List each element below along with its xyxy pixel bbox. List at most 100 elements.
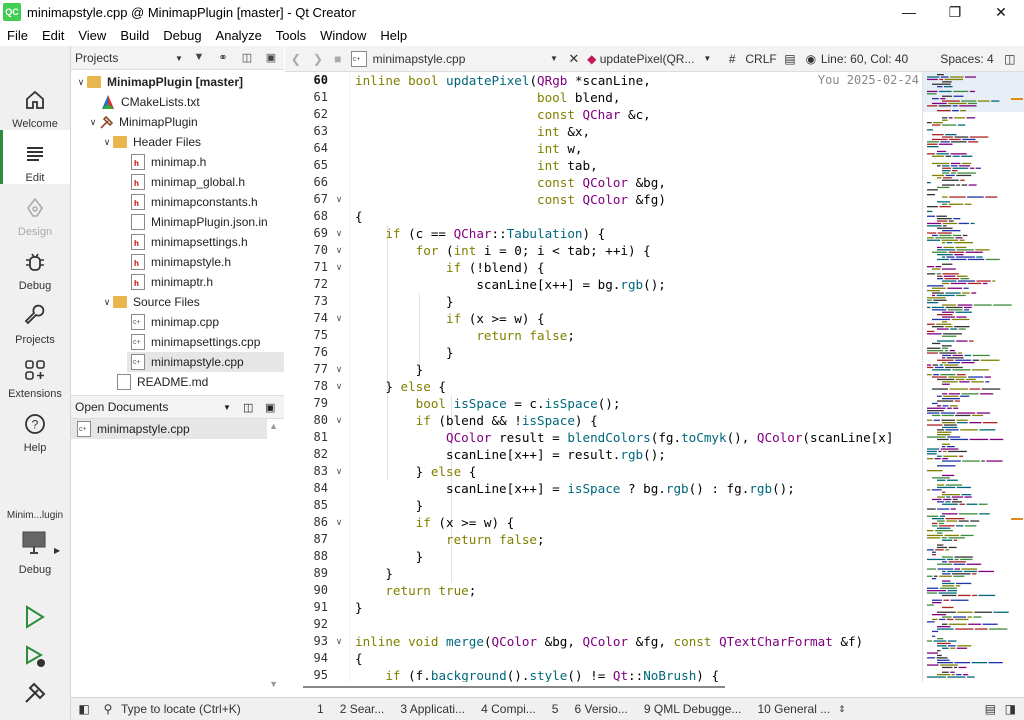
chevron-down-icon[interactable]: ∨ <box>75 77 87 88</box>
code-line[interactable]: scanLine[x++] = bg.rgb(); <box>355 276 666 293</box>
fold-marker-icon[interactable]: ∨ <box>333 310 345 327</box>
tree-item-file[interactable]: minimapsettings.cpp <box>131 332 260 352</box>
code-line[interactable]: { <box>355 208 363 225</box>
tree-item-source-files[interactable]: ∨ Source Files <box>101 292 200 312</box>
tree-item-file[interactable]: minimap.cpp <box>131 312 219 332</box>
code-line[interactable]: const QColor &bg, <box>355 174 666 191</box>
fold-marker-icon[interactable]: ∨ <box>333 225 345 242</box>
filter-icon[interactable]: ▼ <box>190 48 208 66</box>
mode-help[interactable]: ? Help <box>0 400 70 454</box>
tree-item-file[interactable]: minimapsettings.h <box>131 232 248 252</box>
output-tab-application[interactable]: 3 Applicati... <box>392 702 473 716</box>
code-line[interactable]: if (blend && !isSpace) { <box>355 412 598 429</box>
code-line[interactable]: } <box>355 293 454 310</box>
tree-item-file[interactable]: minimap_global.h <box>131 172 245 192</box>
close-pane-icon[interactable]: ▣ <box>265 401 275 414</box>
line-ending-selector[interactable]: CRLF <box>743 52 779 66</box>
code-line[interactable]: int &x, <box>355 123 590 140</box>
link-icon[interactable]: ⚭ <box>214 48 232 66</box>
output-tab-5[interactable]: 5 <box>544 702 567 716</box>
toggle-sidebar-icon[interactable]: ◧ <box>71 702 97 716</box>
code-line[interactable]: if (c == QChar::Tabulation) { <box>355 225 605 242</box>
git-blame-icon[interactable]: ◉ <box>801 52 821 66</box>
hash-label[interactable]: # <box>721 52 743 66</box>
code-line[interactable]: QColor result = blendColors(fg.toCmyk(),… <box>355 429 893 446</box>
code-line[interactable]: return false; <box>355 327 575 344</box>
code-line[interactable]: bool isSpace = c.isSpace(); <box>355 395 621 412</box>
code-line[interactable]: } <box>355 361 424 378</box>
build-button[interactable] <box>20 678 50 708</box>
code-line[interactable]: { <box>355 650 363 667</box>
close-pane-icon[interactable]: ▣ <box>262 48 280 66</box>
output-tab-1[interactable]: 1 <box>309 702 332 716</box>
output-tab-search[interactable]: 2 Sear... <box>332 702 393 716</box>
code-line[interactable]: } <box>355 548 424 565</box>
menu-build[interactable]: Build <box>113 28 156 43</box>
minimap[interactable] <box>922 72 1024 682</box>
code-line[interactable]: } <box>355 565 393 582</box>
split-icon[interactable]: ◫ <box>1004 52 1024 66</box>
code-line[interactable]: for (int i = 0; i < tab; ++i) { <box>355 242 651 259</box>
restore-icon[interactable]: ❐ <box>932 0 978 24</box>
fold-marker-icon[interactable]: ∨ <box>333 514 345 531</box>
tree-item-file[interactable]: minimapstyle.h <box>131 252 231 272</box>
scroll-up-icon[interactable]: ▲ <box>269 421 278 431</box>
more-tabs-icon[interactable]: ⇕ <box>838 704 858 715</box>
code-line[interactable]: inline bool updatePixel(QRgb *scanLine, <box>355 72 651 89</box>
chevron-down-icon[interactable]: ∨ <box>101 297 113 308</box>
projects-view-selector[interactable]: Projects ▼ <box>71 48 191 68</box>
code-line[interactable]: const QColor &fg) <box>355 191 666 208</box>
code-line[interactable]: scanLine[x++] = result.rgb(); <box>355 446 666 463</box>
tree-item-minimapplugin[interactable]: ∨ MinimapPlugin <box>87 112 198 132</box>
menu-view[interactable]: View <box>71 28 113 43</box>
code-line[interactable]: if (!blend) { <box>355 259 545 276</box>
minimize-icon[interactable]: — <box>886 0 932 24</box>
document-outline-icon[interactable]: ▤ <box>779 52 801 66</box>
code-line[interactable]: return true; <box>355 582 476 599</box>
mode-welcome[interactable]: Welcome <box>0 76 70 130</box>
chevron-down-icon[interactable]: ∨ <box>87 117 99 128</box>
open-document-item[interactable]: minimapstyle.cpp <box>71 419 267 439</box>
tree-item-file[interactable]: MinimapPlugin.json.in <box>131 212 268 232</box>
chevron-down-icon[interactable]: ▼ <box>703 54 721 63</box>
mode-projects[interactable]: Projects <box>0 292 70 346</box>
output-tab-general[interactable]: 10 General ... <box>749 702 838 716</box>
code-line[interactable]: } <box>355 497 424 514</box>
menu-tools[interactable]: Tools <box>269 28 313 43</box>
indentation-selector[interactable]: Spaces: 4 <box>940 52 1004 66</box>
split-icon[interactable]: ◫ <box>243 401 253 414</box>
code-line[interactable]: return false; <box>355 531 545 548</box>
code-line[interactable]: if (x >= w) { <box>355 514 515 531</box>
kit-selector[interactable] <box>20 530 50 556</box>
code-line[interactable]: bool blend, <box>355 89 620 106</box>
tree-item-file[interactable]: README.md <box>117 372 208 392</box>
fold-marker-icon[interactable]: ∨ <box>333 191 345 208</box>
code-line[interactable]: } else { <box>355 378 446 395</box>
chevron-down-icon[interactable]: ∨ <box>101 137 113 148</box>
code-line[interactable]: if (x >= w) { <box>355 310 545 327</box>
progress-toggle-icon[interactable]: ▤ <box>985 702 996 716</box>
fold-marker-icon[interactable]: ∨ <box>333 378 345 395</box>
document-selector[interactable]: minimapstyle.cpp <box>373 52 550 66</box>
locator-input[interactable]: Type to locate (Ctrl+K) <box>119 702 309 716</box>
output-tab-compile[interactable]: 4 Compi... <box>473 702 544 716</box>
tree-item-file[interactable]: minimapconstants.h <box>131 192 258 212</box>
cursor-position[interactable]: Line: 60, Col: 40 <box>821 52 941 66</box>
menu-edit[interactable]: Edit <box>35 28 71 43</box>
code-line[interactable]: int tab, <box>355 157 598 174</box>
fold-marker-icon[interactable]: ∨ <box>333 463 345 480</box>
code-line[interactable]: scanLine[x++] = isSpace ? bg.rgb() : fg.… <box>355 480 795 497</box>
debug-run-button[interactable] <box>20 642 50 672</box>
tree-item-file[interactable]: minimaptr.h <box>131 272 213 292</box>
code-line[interactable]: } <box>355 599 363 616</box>
code-line[interactable]: } <box>355 344 454 361</box>
split-icon[interactable]: ◫ <box>238 48 256 66</box>
fold-marker-icon[interactable]: ∨ <box>333 259 345 276</box>
fold-marker-icon[interactable]: ∨ <box>333 242 345 259</box>
code-line[interactable]: int w, <box>355 140 583 157</box>
mode-edit[interactable]: Edit <box>0 130 70 184</box>
close-document-icon[interactable]: ✕ <box>564 51 584 67</box>
menu-window[interactable]: Window <box>313 28 373 43</box>
code-area[interactable]: inline bool updatePixel(QRgb *scanLine, … <box>355 72 921 682</box>
menu-analyze[interactable]: Analyze <box>209 28 269 43</box>
